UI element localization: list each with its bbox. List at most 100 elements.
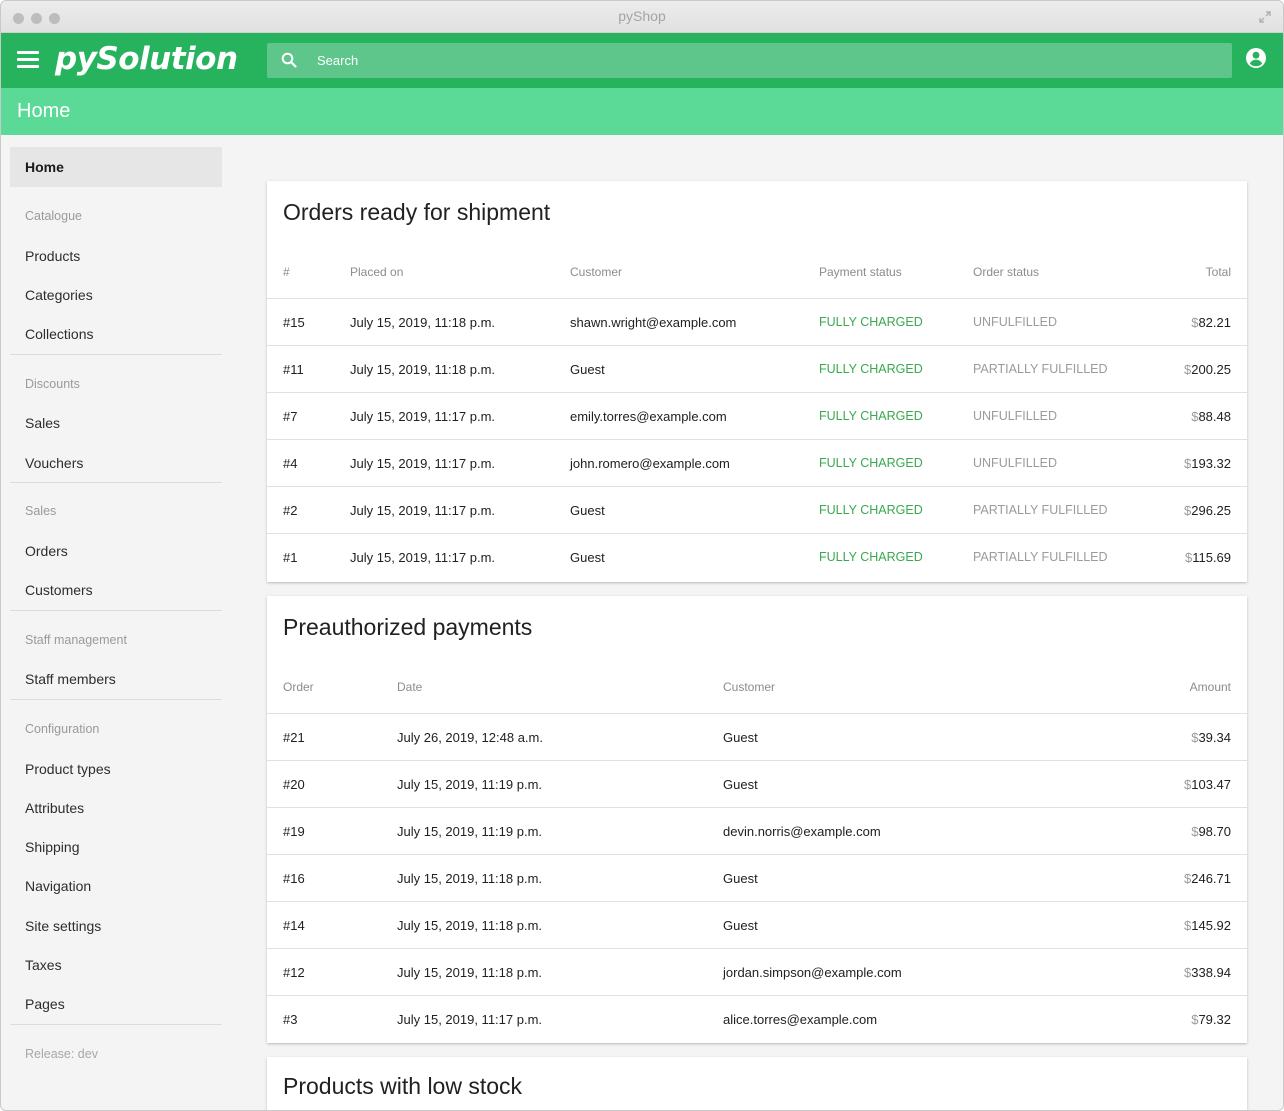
sidebar-section-configuration: Configuration: [25, 722, 100, 736]
sidebar-divider: [10, 699, 222, 700]
low-stock-card: Products with low stock: [267, 1057, 1247, 1110]
table-row[interactable]: #14 July 15, 2019, 11:18 p.m. Guest $145.92: [267, 902, 1247, 949]
payment-date: July 15, 2019, 11:18 p.m.: [397, 965, 543, 980]
table-row[interactable]: #16 July 15, 2019, 11:18 p.m. Guest $246.71: [267, 855, 1247, 902]
order-number: #3: [283, 1012, 298, 1027]
payment-status-badge: FULLY CHARGED: [819, 456, 923, 470]
order-date: July 15, 2019, 11:18 p.m.: [350, 315, 496, 330]
order-number: #2: [283, 503, 298, 518]
sidebar-item-customers[interactable]: Customers: [10, 570, 222, 610]
order-number: #1: [283, 550, 298, 565]
menu-icon[interactable]: [17, 51, 39, 69]
order-date: July 15, 2019, 11:18 p.m.: [350, 362, 496, 377]
payment-customer: jordan.simpson@example.com: [723, 965, 902, 980]
payment-amount: $79.32: [1191, 1012, 1231, 1027]
amount-value: 296.25: [1191, 503, 1231, 518]
order-customer: Guest: [570, 550, 605, 565]
table-row[interactable]: #15 July 15, 2019, 11:18 p.m. shawn.wright…: [267, 299, 1247, 346]
order-number: #11: [283, 362, 304, 377]
order-total: $88.48: [1191, 409, 1231, 424]
sidebar-item-navigation[interactable]: Navigation: [10, 866, 222, 906]
table-row[interactable]: #3 July 15, 2019, 11:17 p.m. alice.torres@…: [267, 996, 1247, 1043]
search-bar[interactable]: [267, 43, 1232, 78]
payment-date: July 15, 2019, 11:17 p.m.: [397, 1012, 543, 1027]
payment-amount: $98.70: [1191, 824, 1231, 839]
payment-status-badge: FULLY CHARGED: [819, 315, 923, 329]
order-customer: shawn.wright@example.com: [570, 315, 737, 330]
table-row[interactable]: #11 July 15, 2019, 11:18 p.m. Guest FULLY C…: [267, 346, 1247, 393]
table-row[interactable]: #4 July 15, 2019, 11:17 p.m. john.romero@e…: [267, 440, 1247, 487]
search-icon: [281, 52, 297, 68]
amount-value: 145.92: [1191, 918, 1231, 933]
order-date: July 15, 2019, 11:17 p.m.: [350, 456, 496, 471]
amount-value: 103.47: [1191, 777, 1231, 792]
order-customer: Guest: [570, 503, 605, 518]
order-total: $200.25: [1184, 362, 1231, 377]
amount-value: 115.69: [1192, 550, 1231, 565]
payment-amount: $39.34: [1191, 730, 1231, 745]
sidebar-section-staff: Staff management: [25, 633, 127, 647]
payment-status-badge: FULLY CHARGED: [819, 362, 923, 376]
payment-customer: Guest: [723, 918, 758, 933]
order-customer: john.romero@example.com: [570, 456, 730, 471]
sidebar-section-discounts: Discounts: [25, 377, 80, 391]
sidebar-item-taxes[interactable]: Taxes: [10, 945, 222, 985]
order-customer: Guest: [570, 362, 605, 377]
payment-date: July 15, 2019, 11:19 p.m.: [397, 824, 543, 839]
order-total: $193.32: [1184, 456, 1231, 471]
sidebar-item-orders[interactable]: Orders: [10, 531, 222, 571]
column-header-order: Order: [283, 680, 314, 694]
payment-customer: alice.torres@example.com: [723, 1012, 878, 1027]
order-status-badge: PARTIALLY FULFILLED: [973, 503, 1108, 517]
table-row[interactable]: #12 July 15, 2019, 11:18 p.m. jordan.simps…: [267, 949, 1247, 996]
sidebar-item-product-types[interactable]: Product types: [10, 749, 222, 789]
order-number: #20: [283, 777, 305, 792]
table-row[interactable]: #2 July 15, 2019, 11:17 p.m. Guest FULLY CH…: [267, 487, 1247, 534]
search-input[interactable]: [317, 43, 1197, 78]
payment-amount: $103.47: [1184, 777, 1231, 792]
release-label: Release: dev: [25, 1047, 98, 1061]
order-date: July 15, 2019, 11:17 p.m.: [350, 409, 496, 424]
table-row[interactable]: #21 July 26, 2019, 12:48 a.m. Guest $39.34: [267, 714, 1247, 761]
table-row[interactable]: #19 July 15, 2019, 11:19 p.m. devin.norris…: [267, 808, 1247, 855]
account-icon[interactable]: [1245, 47, 1267, 69]
expand-icon[interactable]: [1259, 11, 1271, 23]
payment-customer: devin.norris@example.com: [723, 824, 881, 839]
shipment-table-header: # Placed on Customer Payment status Orde…: [267, 265, 1247, 299]
sidebar-item-sales[interactable]: Sales: [10, 403, 222, 443]
order-number: #19: [283, 824, 305, 839]
order-number: #16: [283, 871, 305, 886]
brand-logo[interactable]: pySolution: [55, 41, 238, 77]
sidebar-item-categories[interactable]: Categories: [10, 275, 222, 315]
sidebar-item-collections[interactable]: Collections: [10, 314, 222, 354]
sidebar-section-sales: Sales: [25, 504, 57, 518]
window-title: pyShop: [618, 8, 666, 24]
sidebar-item-pages[interactable]: Pages: [10, 984, 222, 1024]
payment-customer: Guest: [723, 777, 758, 792]
sidebar-divider: [10, 482, 222, 483]
sidebar-item-vouchers[interactable]: Vouchers: [10, 443, 222, 483]
payment-amount: $338.94: [1184, 965, 1231, 980]
sidebar-item-staff-members[interactable]: Staff members: [10, 659, 222, 699]
payment-date: July 15, 2019, 11:18 p.m.: [397, 871, 543, 886]
column-header-number: #: [283, 265, 290, 279]
order-status-badge: PARTIALLY FULFILLED: [973, 550, 1108, 564]
preauth-table-header: Order Date Customer Amount: [267, 680, 1247, 714]
amount-value: 79.32: [1198, 1012, 1231, 1027]
app-bar: pySolution: [1, 33, 1283, 88]
column-header-date: Date: [397, 680, 423, 694]
sidebar-item-products[interactable]: Products: [10, 236, 222, 276]
amount-value: 39.34: [1198, 730, 1231, 745]
sidebar: Home Catalogue Products Categories Colle…: [1, 135, 231, 1110]
sidebar-item-attributes[interactable]: Attributes: [10, 788, 222, 828]
sidebar-item-site-settings[interactable]: Site settings: [10, 906, 222, 946]
sidebar-item-shipping[interactable]: Shipping: [10, 827, 222, 867]
page-title: Home: [17, 100, 71, 122]
column-header-total: Total: [1205, 265, 1231, 279]
sidebar-item-home[interactable]: Home: [10, 147, 222, 187]
order-number: #21: [283, 730, 305, 745]
table-row[interactable]: #20 July 15, 2019, 11:19 p.m. Guest $103.47: [267, 761, 1247, 808]
table-row[interactable]: #7 July 15, 2019, 11:17 p.m. emily.torres@…: [267, 393, 1247, 440]
table-row[interactable]: #1 July 15, 2019, 11:17 p.m. Guest FULLY CH…: [267, 534, 1247, 581]
order-date: July 15, 2019, 11:17 p.m.: [350, 550, 496, 565]
